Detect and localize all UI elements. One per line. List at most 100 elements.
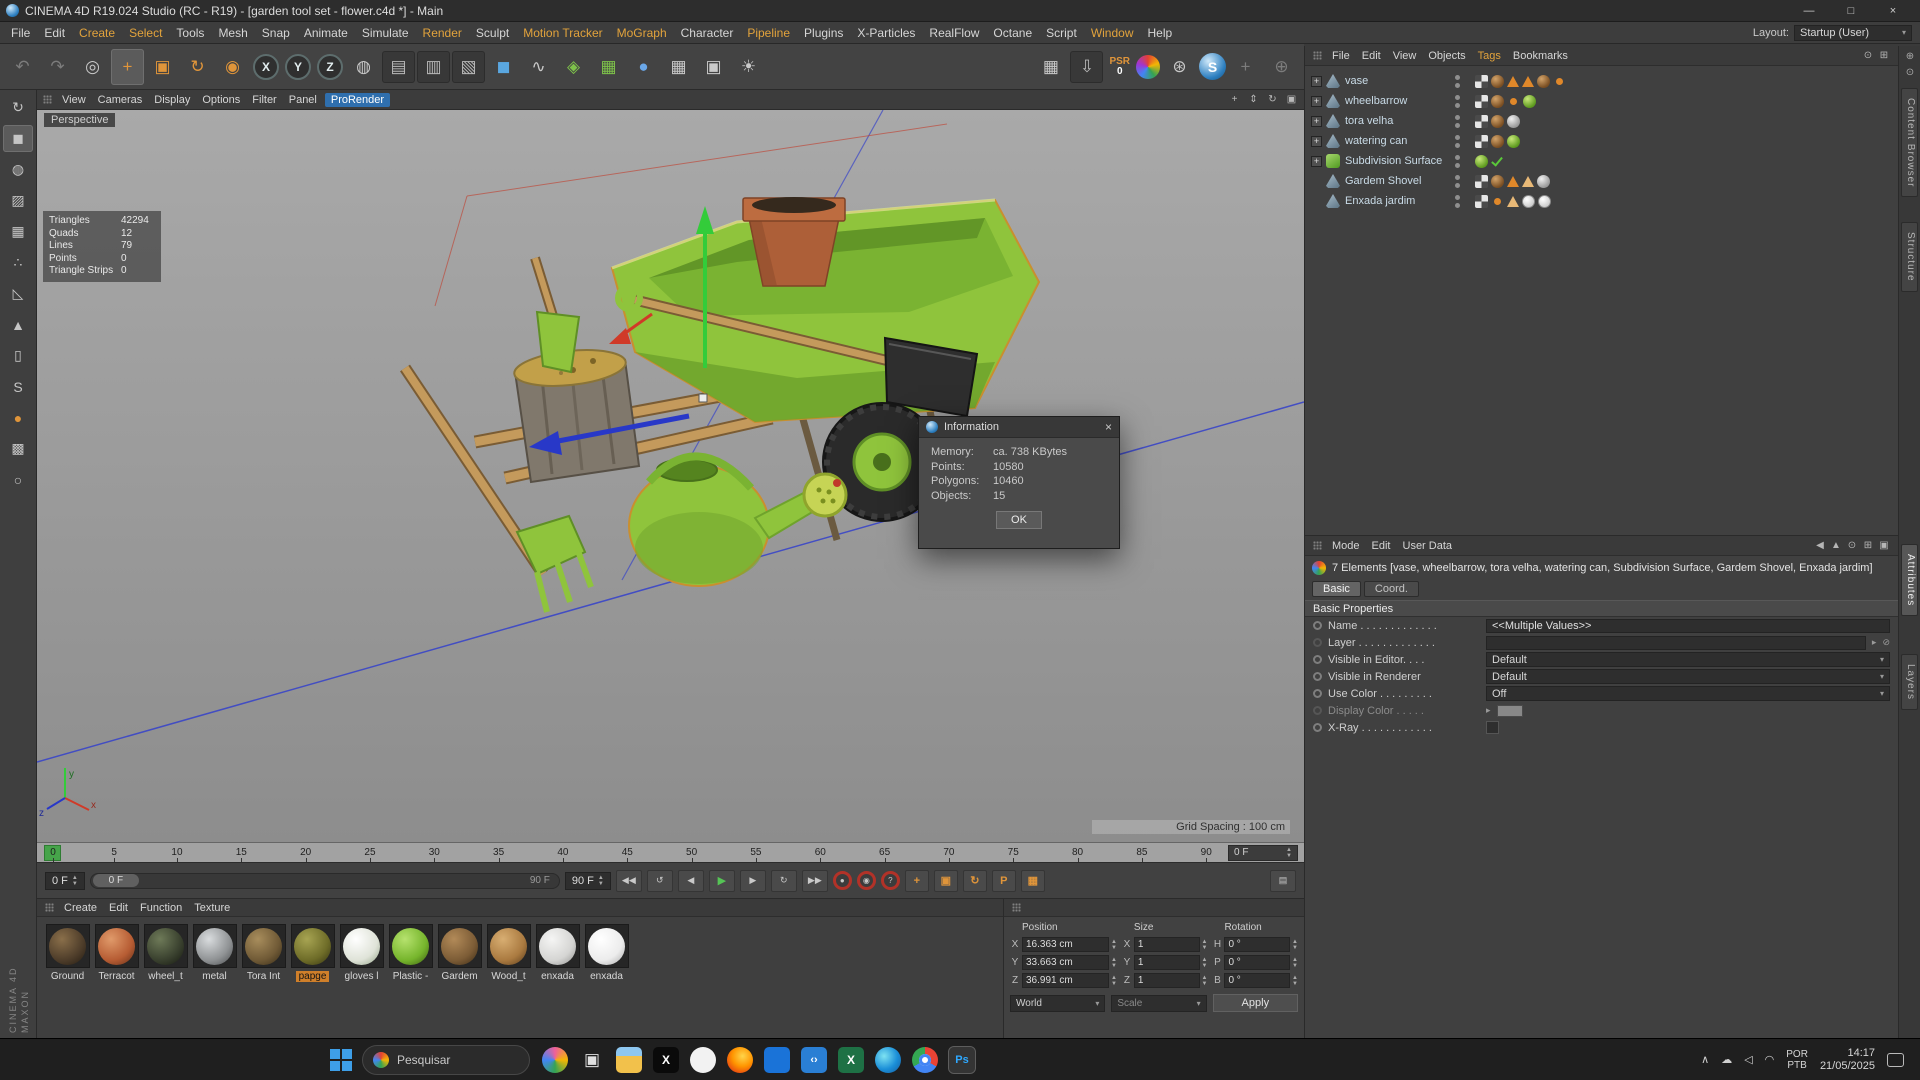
matgray-tag[interactable] [1507, 114, 1520, 128]
menu-item[interactable]: X-Particles [850, 26, 922, 40]
matbrown-tag[interactable] [1491, 114, 1504, 128]
filter-icon[interactable]: ⊞ [1876, 50, 1892, 61]
stepper-icon[interactable]: ▲ ▼ [1202, 957, 1208, 969]
zoom-view-icon[interactable]: ⇕ [1246, 94, 1261, 105]
viewport-menu-item[interactable]: Display [148, 94, 196, 106]
checker-tag[interactable] [1475, 174, 1488, 188]
menu-item[interactable]: RealFlow [922, 26, 986, 40]
search-input[interactable]: Pesquisar [362, 1044, 530, 1075]
field-button[interactable]: ▦ [592, 49, 625, 85]
object-icon[interactable] [1326, 94, 1340, 108]
checker-tag[interactable] [1475, 94, 1488, 108]
current-frame-field[interactable]: 0 F ▲ ▼ [1228, 844, 1298, 861]
matbrown-tag[interactable] [1537, 74, 1550, 88]
object-row[interactable]: + wheelbarrow [1305, 91, 1898, 111]
visible-in-editor-select[interactable]: Default ▾ [1486, 652, 1890, 667]
viewport-menu-item[interactable]: Options [196, 94, 246, 106]
volume-icon[interactable]: ◁ [1744, 1053, 1752, 1066]
stepper-icon[interactable]: ▲ ▼ [72, 875, 78, 887]
stepper-icon[interactable]: ▲ ▼ [1202, 939, 1208, 951]
rotate-tool-icon[interactable]: ↻ [181, 49, 214, 85]
layer-clear-icon[interactable]: ⊘ [1882, 637, 1890, 648]
material-item[interactable]: Wood_t [484, 924, 533, 982]
matbrown-tag[interactable] [1491, 174, 1504, 188]
tri-tag[interactable] [1507, 175, 1519, 187]
material-item[interactable]: Plastic - [386, 924, 435, 982]
size-field[interactable]: 1 [1133, 955, 1200, 970]
close-button[interactable]: × [1872, 0, 1914, 21]
chrome-icon[interactable] [912, 1046, 938, 1073]
live-selection-icon[interactable]: ◎ [76, 49, 109, 85]
lock-x-axis-button[interactable]: X [253, 53, 279, 80]
maximize-button[interactable]: □ [1830, 0, 1872, 21]
coordinate-system-button[interactable]: ◍ [347, 49, 380, 85]
search-icon[interactable]: ⊙ [1860, 50, 1876, 61]
timeline-ruler[interactable]: 0 5 10 15 20 25 30 35 40 45 50 55 60 65 … [37, 842, 1304, 862]
menu-item[interactable]: Render [416, 26, 469, 40]
material-name[interactable]: Ground [48, 971, 87, 982]
trio-tag[interactable] [1507, 195, 1519, 207]
add-cube-button[interactable]: ◼ [487, 49, 520, 85]
clock[interactable]: 14:17 21/05/2025 [1820, 1047, 1875, 1072]
tab-layers[interactable]: Layers [1901, 654, 1918, 711]
matwhite-tag[interactable] [1522, 194, 1535, 208]
menu-item[interactable]: Sculpt [469, 26, 516, 40]
menu-item[interactable]: Snap [255, 26, 297, 40]
object-name[interactable]: tora velha [1345, 115, 1451, 127]
object-manager-menu-item[interactable]: Bookmarks [1507, 50, 1574, 62]
viewport-menu-item[interactable]: Filter [246, 94, 282, 106]
texture-mode-icon[interactable]: ◍ [3, 156, 33, 183]
search-icon[interactable]: ⊙ [1844, 540, 1860, 551]
network-icon[interactable]: ◠ [1765, 1053, 1775, 1066]
stepper-icon[interactable]: ▲ ▼ [1286, 847, 1292, 859]
menu-item[interactable]: Plugins [797, 26, 850, 40]
stepper-icon[interactable]: ▲ ▼ [598, 875, 604, 887]
record-rotation-button[interactable]: ↻ [962, 869, 987, 892]
expand-icon[interactable]: + [1311, 95, 1322, 107]
stepper-icon[interactable]: ▲ ▼ [1111, 957, 1117, 969]
material-thumbnail[interactable] [339, 924, 384, 968]
render-view-button[interactable]: ▤ [382, 50, 415, 83]
excel-icon[interactable]: X [838, 1046, 864, 1073]
object-icon[interactable] [1326, 174, 1340, 188]
object-row[interactable]: + vase [1305, 71, 1898, 91]
material-name[interactable]: Gardem [438, 971, 480, 982]
object-name[interactable]: Subdivision Surface [1345, 155, 1451, 167]
object-manager-menu-item[interactable]: File [1326, 50, 1356, 62]
lock-workplane-icon[interactable]: ▩ [3, 435, 33, 462]
record-pla-button[interactable]: ▦ [1020, 869, 1045, 892]
animation-dot-icon[interactable] [1313, 655, 1322, 664]
keyframe-selection-button[interactable]: ? [880, 871, 900, 890]
animation-dot-icon[interactable] [1313, 723, 1322, 732]
menu-item[interactable]: Window [1084, 26, 1141, 40]
size-field[interactable]: 1 [1133, 937, 1200, 952]
attribute-menu-item[interactable]: Mode [1326, 540, 1366, 552]
pan-view-icon[interactable]: + [1227, 94, 1242, 105]
matgreen-tag[interactable] [1475, 154, 1488, 168]
position-field[interactable]: 16.363 cm [1022, 937, 1109, 952]
goto-end-button[interactable]: ▶▶ [801, 869, 828, 892]
hidden-icons-button[interactable]: ∧ [1701, 1053, 1709, 1066]
tri-tag[interactable] [1522, 75, 1534, 87]
minimize-button[interactable]: — [1788, 0, 1830, 21]
material-name[interactable]: wheel_t [145, 971, 185, 982]
menu-item[interactable]: File [4, 26, 37, 40]
dot-tag[interactable] [1510, 97, 1517, 105]
symmetry-icon[interactable]: ○ [3, 466, 33, 493]
object-name[interactable]: Gardem Shovel [1345, 175, 1451, 187]
panel-handle-icon[interactable] [45, 903, 54, 912]
attribute-menu-item[interactable]: Edit [1366, 540, 1397, 552]
material-item[interactable]: Ground [43, 924, 92, 982]
material-thumbnail[interactable] [45, 924, 90, 968]
object-manager-menu-item[interactable]: Edit [1356, 50, 1387, 62]
object-icon[interactable] [1326, 194, 1340, 208]
xray-checkbox[interactable] [1486, 721, 1499, 734]
language-indicator[interactable]: POR PTB [1786, 1049, 1808, 1071]
object-icon[interactable] [1326, 74, 1340, 88]
menu-item[interactable]: MoGraph [610, 26, 674, 40]
layer-browse-icon[interactable]: ▸ [1872, 637, 1877, 648]
matgreen-tag[interactable] [1507, 134, 1520, 148]
pen-tool-button[interactable]: ∿ [522, 49, 555, 85]
loop-button[interactable]: ↻ [770, 869, 797, 892]
file-explorer-icon[interactable] [616, 1046, 642, 1073]
